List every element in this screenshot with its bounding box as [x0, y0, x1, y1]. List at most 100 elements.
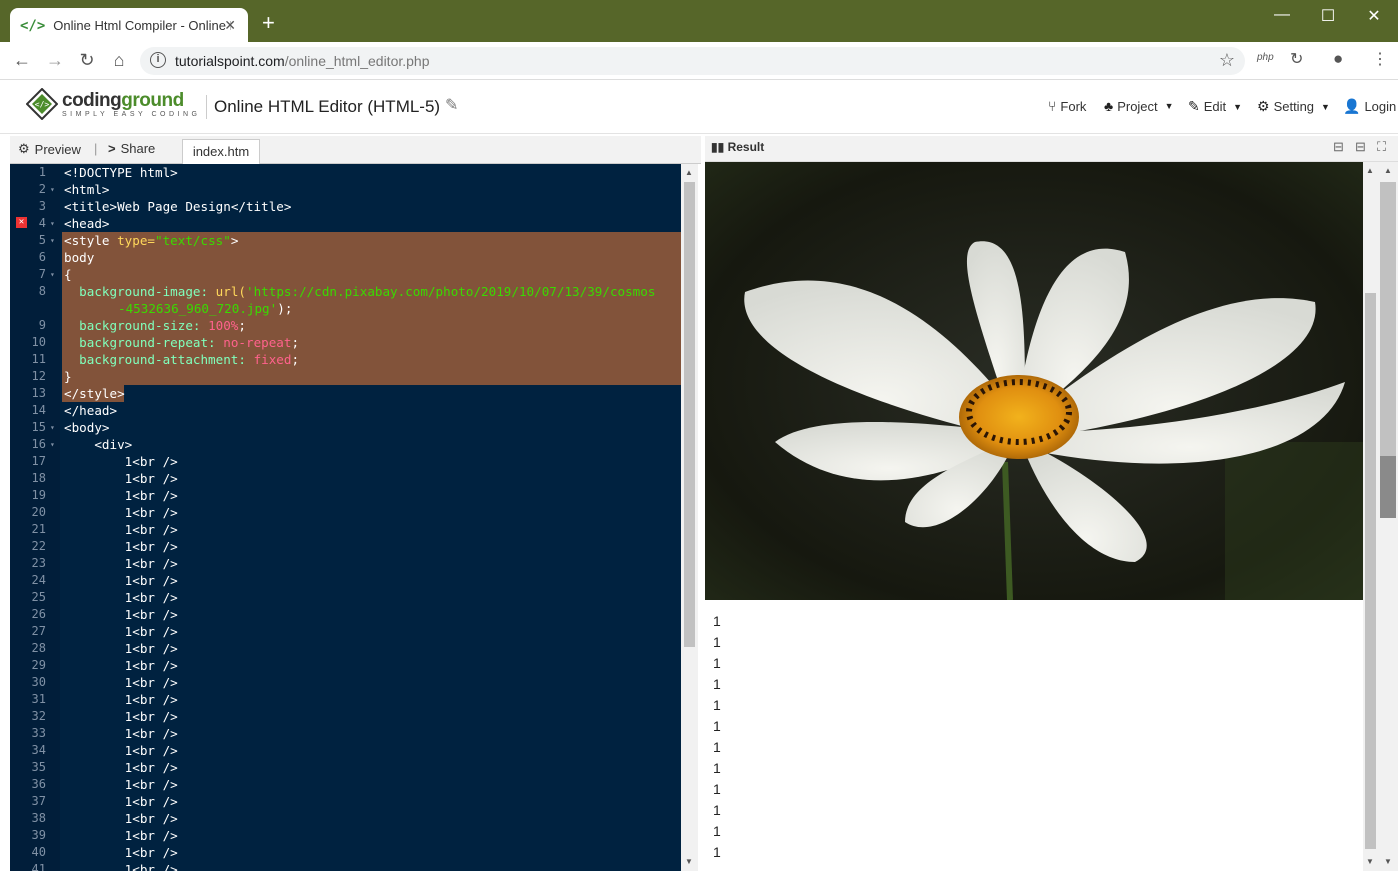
code-line: 22 1<br />	[31, 539, 178, 554]
reload-icon[interactable]: ↻	[75, 50, 99, 71]
code-line: 21 1<br />	[31, 522, 178, 537]
share-button[interactable]: > Share	[108, 141, 155, 156]
browser-tab[interactable]: </> Online Html Compiler - Online H ✕	[10, 8, 248, 43]
fork-icon: ⑂	[1048, 98, 1057, 114]
code-line: 4 ▾ <head>	[38, 216, 110, 231]
project-icon: ♣	[1104, 98, 1114, 114]
code-line: 27 1<br />	[31, 624, 178, 639]
code-line: 15 ▾ <body>	[31, 420, 110, 435]
login-label: Login	[1364, 99, 1397, 114]
result-label: ▮▮ Result	[711, 140, 765, 154]
maximize-icon[interactable]: ☐	[1308, 6, 1348, 26]
code-line: 24 1<br />	[31, 573, 178, 588]
window-close-icon[interactable]: ✕	[1354, 6, 1394, 26]
setting-label: Setting	[1273, 99, 1315, 114]
code-editor[interactable]: ✕ 1 <!DOCTYPE html> 2 ▾ <html> 3 <title>Web …	[10, 164, 681, 871]
svg-text:</>: </>	[35, 100, 50, 109]
scroll-thumb[interactable]	[1365, 293, 1376, 849]
setting-menu[interactable]: ⚙ Setting ▼	[1257, 98, 1330, 115]
back-icon[interactable]: ←	[10, 50, 34, 71]
edit-title-icon[interactable]: ✎	[445, 95, 458, 115]
code-line: 36 1<br />	[31, 777, 178, 792]
browser-toolbar: ← → ↻ ⌂ i tutorialspoint.com/online_html…	[0, 42, 1398, 80]
output-line: 1	[713, 760, 721, 776]
edit-icon: ✎	[1188, 98, 1200, 114]
code-line: 10 background-repeat: no-repeat;	[31, 335, 300, 350]
scroll-thumb[interactable]	[1380, 456, 1396, 518]
edit-label: Edit	[1203, 99, 1227, 114]
output-line: 1	[713, 844, 721, 860]
code-line: 40 1<br />	[31, 845, 178, 860]
output-line: 1	[713, 655, 721, 671]
code-line: 12}	[31, 369, 72, 384]
fork-label: Fork	[1060, 98, 1087, 114]
code-line: 13 </style>	[31, 386, 125, 401]
code-line: 23 1<br />	[31, 556, 178, 571]
tab-index-htm[interactable]: index.htm	[182, 139, 260, 165]
extension-refresh-icon[interactable]: ↻	[1290, 49, 1303, 69]
browser-menu-icon[interactable]: ⋮	[1372, 49, 1388, 69]
page-title: Online HTML Editor (HTML-5)	[214, 97, 441, 116]
code-line: 1 <!DOCTYPE html>	[38, 165, 178, 180]
result-scrollbar[interactable]: ▲ ▼	[1363, 162, 1378, 871]
collapse-vertical-icon[interactable]: ⊟	[1333, 139, 1344, 155]
output-line: 1	[713, 676, 721, 692]
tab-title: Online Html Compiler - Online H	[53, 18, 232, 33]
edit-menu[interactable]: ✎ Edit ▼	[1188, 98, 1242, 115]
info-icon[interactable]: i	[150, 52, 166, 68]
code-favicon-icon: </>	[20, 17, 46, 34]
code-line: 25 1<br />	[31, 590, 178, 605]
separator: |	[94, 141, 98, 156]
home-icon[interactable]: ⌂	[107, 50, 131, 71]
output-line: 1	[713, 634, 721, 650]
code-line: 26 1<br />	[31, 607, 178, 622]
url-host: tutorialspoint.com	[175, 53, 285, 69]
collapse-horizontal-icon[interactable]: ⊟	[1355, 139, 1366, 155]
share-label: Share	[120, 141, 156, 156]
code-line: 9 background-size: 100%;	[38, 318, 246, 333]
fork-menu[interactable]: ⑂ Fork	[1048, 98, 1086, 114]
result-toolbar: ▮▮ Result ⊟ ⊟ ⛶	[705, 136, 1398, 162]
profile-icon[interactable]: ●	[1333, 49, 1343, 69]
address-bar[interactable]: i tutorialspoint.com/online_html_editor.…	[140, 47, 1245, 75]
caret-down-icon: ▼	[1164, 101, 1174, 111]
project-menu[interactable]: ♣ Project ▼	[1104, 98, 1174, 114]
code-line: 18 1<br />	[31, 471, 178, 486]
gear-icon: ⚙	[18, 141, 30, 156]
scroll-up-icon[interactable]: ▲	[1384, 166, 1392, 175]
code-line: 35 1<br />	[31, 760, 178, 775]
cosmos-flower-image	[705, 162, 1363, 600]
code-line: 6 body	[38, 250, 95, 265]
page-scrollbar[interactable]: ▲ ▼	[1378, 162, 1398, 871]
scroll-up-icon[interactable]: ▲	[685, 168, 693, 177]
code-line: 32 1<br />	[31, 709, 178, 724]
fullscreen-icon[interactable]: ⛶	[1377, 139, 1386, 155]
project-label: Project	[1117, 98, 1158, 114]
scroll-down-icon[interactable]: ▼	[685, 857, 693, 866]
code-line: 33 1<br />	[31, 726, 178, 741]
output-line: 1	[713, 718, 721, 734]
new-tab-icon[interactable]: +	[262, 12, 275, 34]
forward-icon[interactable]: →	[43, 50, 67, 71]
code-line: 17 1<br />	[31, 454, 178, 469]
code-line: 31 1<br />	[31, 692, 178, 707]
scroll-down-icon[interactable]: ▼	[1366, 857, 1374, 866]
php-extension-icon[interactable]: php	[1257, 52, 1274, 63]
output-line: 1	[713, 613, 721, 629]
url-path: /online_html_editor.php	[284, 53, 430, 69]
scroll-up-icon[interactable]: ▲	[1366, 166, 1374, 175]
scroll-down-icon[interactable]: ▼	[1384, 857, 1392, 866]
preview-label: Preview	[34, 141, 81, 157]
preview-button[interactable]: ⚙ Preview	[18, 141, 81, 157]
editor-scrollbar[interactable]: ▲ ▼	[681, 164, 698, 871]
logo-tagline: SIMPLY EASY CODING	[62, 111, 201, 118]
close-tab-icon[interactable]: ✕	[224, 17, 236, 34]
login-menu[interactable]: 👤 Login	[1343, 98, 1396, 115]
code-line: 41 1<br />	[31, 862, 178, 871]
user-icon: 👤	[1343, 98, 1361, 114]
minimize-icon[interactable]: —	[1262, 6, 1302, 24]
code-line: 39 1<br />	[31, 828, 178, 843]
output-line: 1	[713, 802, 721, 818]
scroll-thumb[interactable]	[684, 182, 695, 647]
bookmark-star-icon[interactable]: ☆	[1219, 50, 1235, 71]
